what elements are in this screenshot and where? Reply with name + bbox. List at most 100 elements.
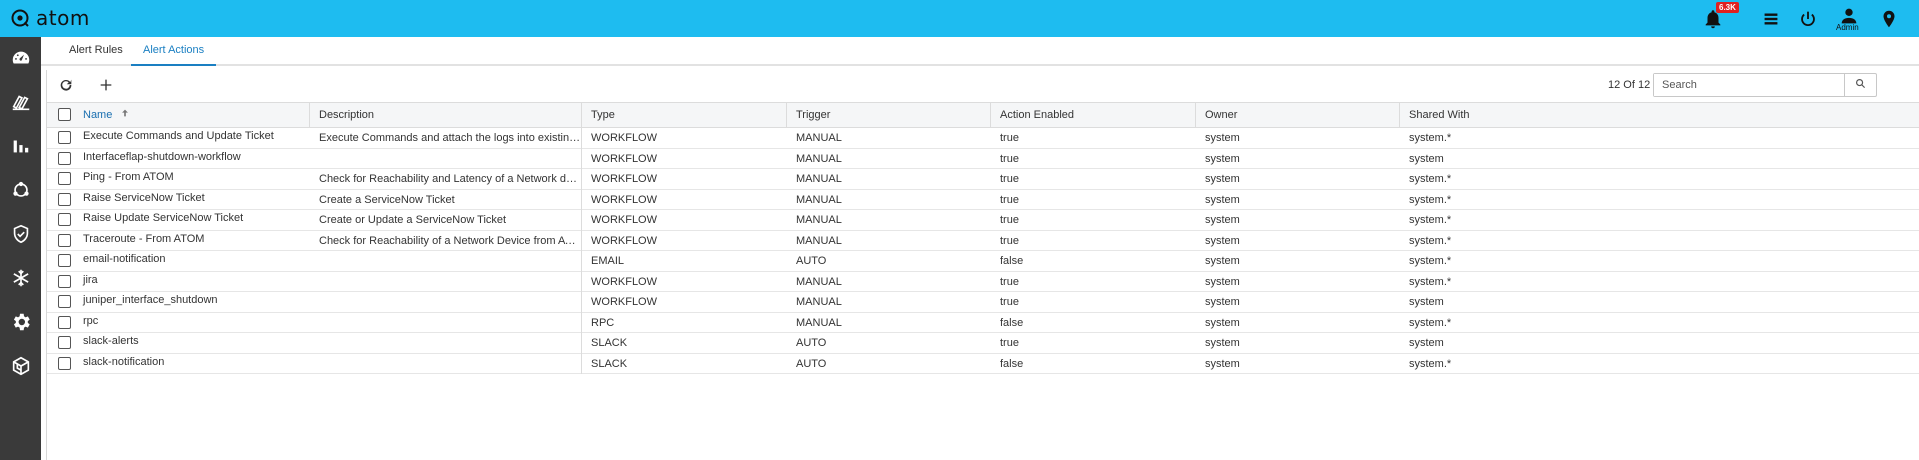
add-button[interactable] (95, 75, 117, 97)
sidebar-item-dashboard[interactable] (0, 37, 41, 81)
cell-name[interactable]: Traceroute - From ATOM (74, 231, 310, 252)
app-logo[interactable]: atom (10, 6, 90, 30)
row-checkbox[interactable] (58, 274, 71, 288)
cell-shared-with: system.* (1409, 193, 1452, 206)
table-row[interactable]: Raise ServiceNow Ticket Create a ServiceN… (47, 189, 1919, 211)
refresh-button[interactable] (55, 75, 77, 97)
cell-type: RPC (591, 316, 615, 329)
cell-action-enabled: true (1000, 132, 1019, 144)
sidebar-item-compliance[interactable] (0, 213, 41, 257)
record-count: 12 Of 12 (1608, 79, 1651, 91)
cell-type: WORKFLOW (591, 132, 657, 144)
user-label[interactable]: Admin (1836, 23, 1859, 32)
location-pin-icon[interactable] (1878, 8, 1900, 30)
top-bar: atom 6.3K Admin (0, 0, 1919, 37)
cell-name[interactable]: slack-notification (74, 354, 310, 375)
cell-owner: system (1205, 173, 1240, 185)
toolbar: 12 Of 12 (47, 70, 1919, 102)
cell-action-enabled: true (1000, 173, 1019, 185)
cube-icon (10, 355, 32, 380)
column-header-label: Name (83, 109, 113, 121)
cell-name[interactable]: jira (74, 272, 310, 293)
sidebar-item-analytics[interactable] (0, 125, 41, 169)
cell-name[interactable]: juniper_interface_shutdown (74, 292, 310, 313)
cell-trigger: MANUAL (796, 316, 842, 329)
column-header-type[interactable]: Type (582, 103, 787, 127)
table-row[interactable]: slack-notification SLACK AUTO false system sy… (47, 353, 1919, 375)
row-checkbox[interactable] (58, 295, 71, 308)
cell-name[interactable]: Ping - From ATOM (74, 169, 310, 190)
sidebar-item-automation[interactable] (0, 257, 41, 301)
table-row[interactable]: juniper_interface_shutdown WORKFLOW MANUAL… (47, 292, 1919, 313)
sort-ascending-icon[interactable] (120, 103, 130, 127)
cell-action-enabled: true (1000, 337, 1019, 349)
row-checkbox[interactable] (58, 192, 71, 206)
sidebar-item-topology[interactable] (0, 169, 41, 213)
cell-name[interactable]: rpc (74, 313, 310, 334)
tab-alert-actions[interactable]: Alert Actions (131, 37, 217, 66)
plus-icon (98, 77, 114, 96)
cell-action-enabled: false (1000, 357, 1024, 370)
cell-trigger: MANUAL (796, 173, 842, 185)
cell-type: WORKFLOW (591, 152, 657, 165)
cell-description (310, 148, 582, 169)
table-row[interactable]: jira WORKFLOW MANUAL true system system.* (47, 271, 1919, 293)
tab-alert-rules[interactable]: Alert Rules (57, 37, 135, 66)
table-row[interactable]: slack-alerts SLACK AUTO true system system (47, 333, 1919, 354)
row-checkbox[interactable] (58, 172, 71, 185)
cell-shared-with: system.* (1409, 357, 1452, 370)
row-checkbox[interactable] (58, 315, 71, 329)
cell-name[interactable]: Interfaceflap-shutdown-workflow (74, 149, 310, 170)
sidebar-item-packages[interactable] (0, 345, 41, 389)
cell-type: EMAIL (591, 255, 625, 267)
column-header-owner[interactable]: Owner (1196, 103, 1400, 127)
cell-action-enabled: false (1000, 316, 1024, 329)
row-checkbox[interactable] (58, 336, 71, 349)
cell-action-enabled: true (1000, 275, 1019, 288)
row-checkbox[interactable] (58, 356, 71, 370)
cell-name[interactable]: Raise ServiceNow Ticket (74, 190, 310, 211)
list-icon[interactable] (1760, 8, 1782, 30)
row-checkbox[interactable] (58, 131, 71, 144)
app-title: atom (36, 6, 90, 30)
row-checkbox[interactable] (58, 254, 71, 267)
cell-name[interactable]: email-notification (74, 251, 310, 272)
cell-name[interactable]: slack-alerts (74, 333, 310, 354)
cell-name[interactable]: Raise Update ServiceNow Ticket (74, 210, 310, 231)
cell-shared-with: system (1409, 296, 1444, 308)
table-row[interactable]: rpc RPC MANUAL false system system.* (47, 312, 1919, 334)
column-header-action-enabled[interactable]: Action Enabled (991, 103, 1196, 127)
column-header-label: Owner (1205, 109, 1238, 121)
search-input[interactable] (1654, 74, 1834, 96)
cell-owner: system (1205, 337, 1240, 349)
select-all-checkbox[interactable] (58, 108, 71, 121)
sidebar-item-inventory[interactable] (0, 81, 41, 125)
row-checkbox[interactable] (58, 233, 71, 247)
column-header-name[interactable]: Name (74, 103, 310, 127)
cell-description (310, 333, 582, 354)
row-checkbox[interactable] (58, 151, 71, 165)
table-row[interactable]: Execute Commands and Update Ticket Execut… (47, 128, 1919, 149)
column-header-trigger[interactable]: Trigger (787, 103, 991, 127)
table-row[interactable]: Raise Update ServiceNow Ticket Create or … (47, 210, 1919, 231)
cell-type: SLACK (591, 357, 628, 370)
column-header-description[interactable]: Description (310, 103, 582, 127)
cell-shared-with: system.* (1409, 234, 1452, 247)
gear-icon (10, 311, 32, 336)
row-checkbox[interactable] (58, 213, 71, 226)
cell-name[interactable]: Execute Commands and Update Ticket (74, 128, 310, 149)
power-icon[interactable] (1797, 8, 1819, 30)
cell-description: Execute Commands and attach the logs int… (310, 128, 582, 149)
table-header: Name Description Type Trigger Action Enabled… (47, 102, 1919, 128)
table-row[interactable]: Ping - From ATOM Check for Reachability a… (47, 169, 1919, 190)
table-row[interactable]: email-notification EMAIL AUTO false system sy… (47, 251, 1919, 272)
search-icon (1855, 78, 1866, 92)
cell-owner: system (1205, 193, 1240, 206)
table-row[interactable]: Traceroute - From ATOM Check for Reachabi… (47, 230, 1919, 252)
column-header-shared-with[interactable]: Shared With (1400, 103, 1919, 127)
table-row[interactable]: Interfaceflap-shutdown-workflow WORKFLOW M… (47, 148, 1919, 170)
search-button[interactable] (1844, 74, 1876, 96)
cell-trigger: MANUAL (796, 275, 842, 288)
column-header-label: Description (319, 109, 375, 121)
sidebar-item-settings[interactable] (0, 301, 41, 345)
